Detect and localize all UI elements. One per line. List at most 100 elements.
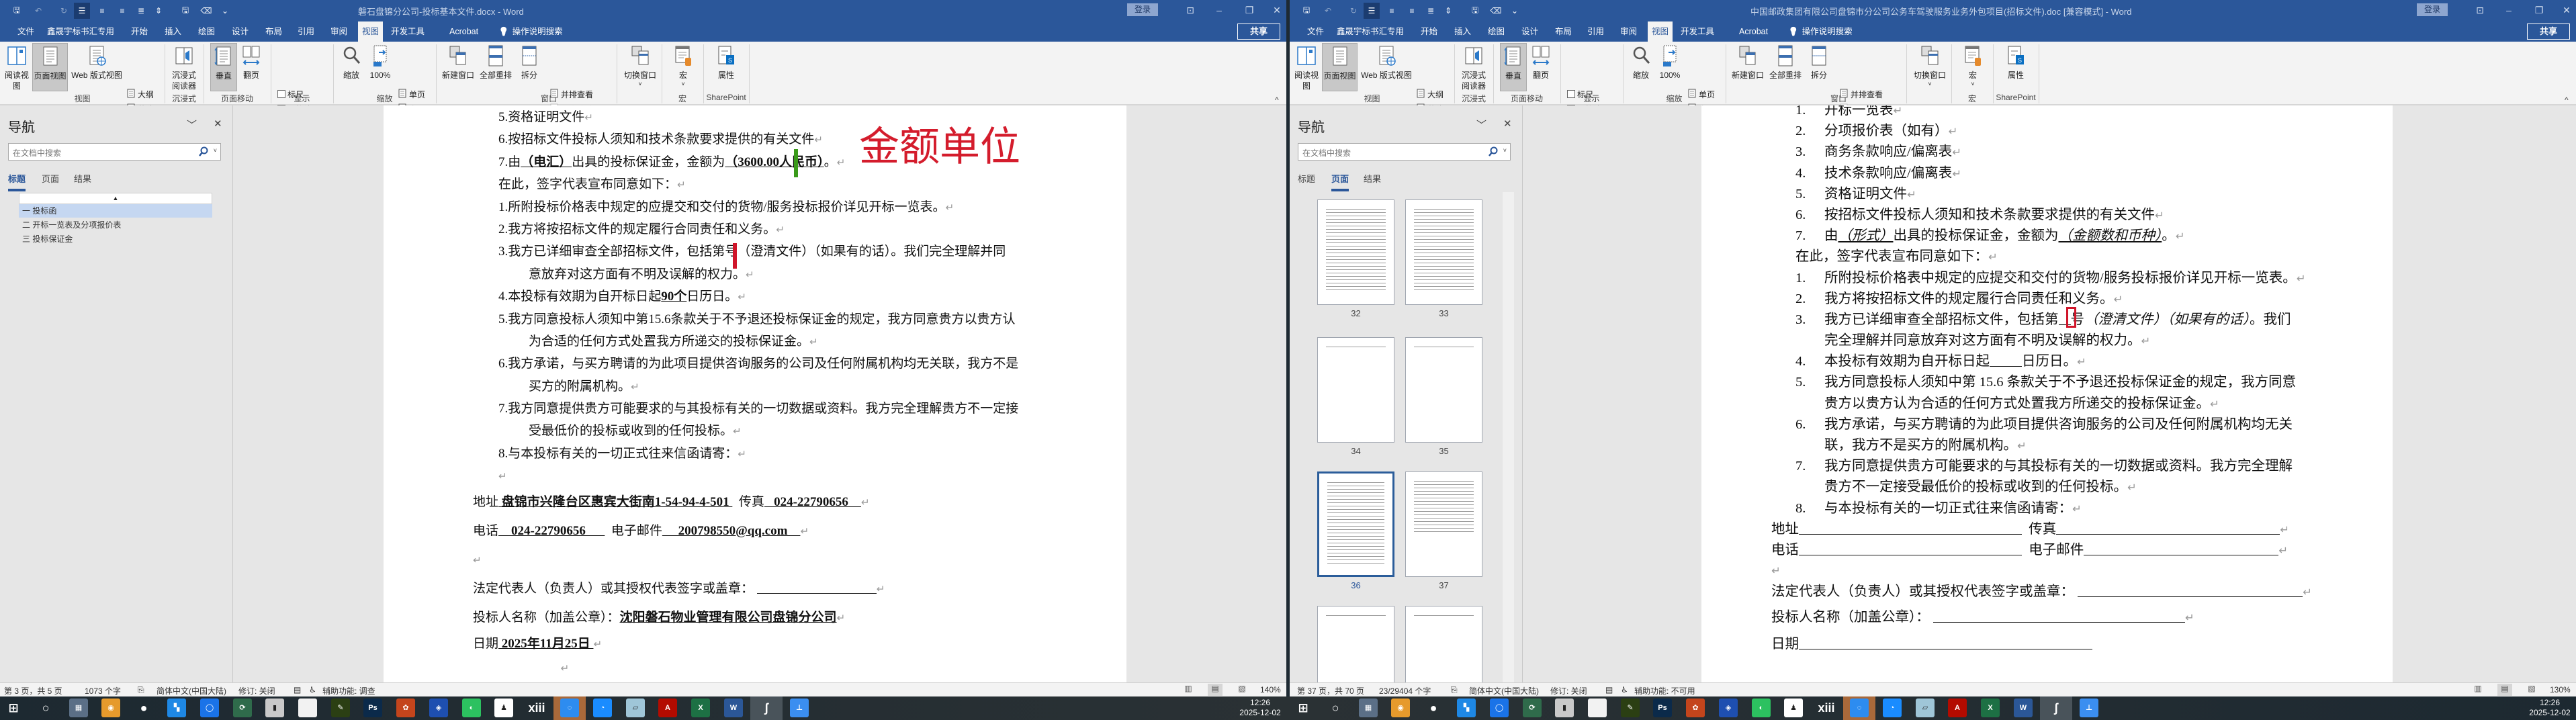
page-thumbnail[interactable] xyxy=(1405,199,1482,305)
clock[interactable]: 12:26 2025-12-02 xyxy=(2523,698,2576,718)
photo-app-icon[interactable]: ◉ xyxy=(1391,699,1410,717)
notebook-app-icon[interactable]: ▱ xyxy=(626,699,645,717)
excel-icon[interactable]: X xyxy=(1981,699,2000,717)
circle-app-icon[interactable]: ◯ xyxy=(1490,699,1509,717)
nav-heading-item[interactable]: 一 投标函 xyxy=(19,204,212,218)
zoom-button[interactable]: 缩放 xyxy=(1629,43,1653,91)
search-document-input[interactable]: 在文档中搜索 ˅ xyxy=(8,143,221,161)
page-view-button[interactable]: 页面视图 xyxy=(1322,43,1358,91)
nav-tab-1[interactable]: 页面 xyxy=(42,172,59,189)
web-view-button[interactable]: Web 版式视图 xyxy=(69,43,124,91)
dots-app-icon[interactable]: ● xyxy=(134,699,153,717)
start-icon[interactable]: ⊞ xyxy=(1294,699,1313,717)
nav-heading-item[interactable]: 二 开标一览表及分项报价表 xyxy=(19,218,212,232)
align-center-icon[interactable]: ≡ xyxy=(94,3,110,19)
outline-button[interactable]: 大纲 xyxy=(126,87,154,101)
close-button[interactable]: ✕ xyxy=(2557,3,2576,17)
status-track[interactable]: 修订: 关闭 xyxy=(1550,685,1587,696)
excel-icon[interactable]: X xyxy=(691,699,710,717)
search-options-chevron-icon[interactable]: ˅ xyxy=(214,147,217,154)
minimize-button[interactable]: – xyxy=(1209,3,1229,17)
switch-windows-button[interactable]: 切换窗口 ˅ xyxy=(1910,43,1949,91)
vertical-button[interactable]: 垂直 xyxy=(210,43,237,91)
page-thumbnail[interactable] xyxy=(1405,471,1482,577)
tab-4[interactable]: 绘图 xyxy=(1484,21,1509,42)
undo-icon[interactable]: ↶ xyxy=(30,3,46,19)
status-accessibility[interactable]: 辅助功能: 不可用 xyxy=(1634,685,1695,696)
acrobat-icon[interactable]: A xyxy=(658,699,677,717)
word-icon[interactable]: W xyxy=(2014,699,2033,717)
green-app-icon[interactable]: ʃ xyxy=(2047,699,2066,717)
proofing-icon[interactable]: ⎘ xyxy=(138,685,144,695)
split-button[interactable]: 拆分 xyxy=(517,43,541,91)
chat-app-icon[interactable]: ◌ xyxy=(1850,699,1869,717)
print-layout-button[interactable]: ▤ xyxy=(1208,684,1223,696)
restore-button[interactable]: ❐ xyxy=(1239,3,1259,17)
eraser-icon[interactable]: ⌫ xyxy=(198,3,214,19)
tell-me-search[interactable]: 💡 操作说明搜索 xyxy=(494,21,567,42)
device-app-icon[interactable]: ▮ xyxy=(1555,699,1574,717)
one-page-button[interactable]: 单页 xyxy=(398,87,425,101)
blue-logo-app-icon[interactable]: ◈ xyxy=(429,699,448,717)
save-as-icon[interactable]: 🖫 xyxy=(177,3,193,19)
wechat-icon[interactable]: ◐ xyxy=(1752,699,1771,717)
close-pane-icon[interactable]: ✕ xyxy=(214,118,222,130)
tab-8[interactable]: 审阅 xyxy=(326,21,351,42)
status-page[interactable]: 第 37 页，共 70 页 xyxy=(1297,685,1364,696)
search-document-input[interactable]: 在文档中搜索 ˅ xyxy=(1298,143,1511,161)
checkbox-box[interactable] xyxy=(1567,90,1575,98)
status-words[interactable]: 23/29404 个字 xyxy=(1379,685,1431,696)
print-layout-button[interactable]: ▤ xyxy=(2497,684,2512,696)
accessibility-icon[interactable]: ♿ xyxy=(309,685,316,694)
read-view-button[interactable]: 阅读视图 xyxy=(1294,43,1319,91)
pen-app-icon[interactable]: ✎ xyxy=(331,699,350,717)
status-language[interactable]: 简体中文(中国大陆) xyxy=(1469,685,1539,696)
redo-icon[interactable]: ↻ xyxy=(56,3,72,19)
arrange-all-button[interactable]: 全部重排 xyxy=(477,43,515,91)
side-to-side-button[interactable]: 翻页 xyxy=(1529,43,1553,91)
tab-3[interactable]: 插入 xyxy=(1450,21,1475,42)
chat-app-icon[interactable]: ◌ xyxy=(560,699,579,717)
nav-tab-2[interactable]: 结果 xyxy=(1364,172,1381,189)
zoom-100-button[interactable]: 100% xyxy=(366,43,394,91)
pane-options-icon[interactable]: ﹀ xyxy=(1476,118,1486,132)
align-right-icon[interactable]: ≡ xyxy=(114,3,130,19)
nav-tab-0[interactable]: 标题 xyxy=(8,172,26,191)
collapse-ribbon-button[interactable]: ^ xyxy=(1275,95,1279,105)
tab-1[interactable]: 鑫晟宇标书汇专用 xyxy=(43,21,118,42)
calculator-icon[interactable]: ▦ xyxy=(69,699,88,717)
switch-windows-button[interactable]: 切换窗口 ˅ xyxy=(621,43,660,91)
cloud-app-icon[interactable]: ◔ xyxy=(1883,699,1902,717)
read-mode-button[interactable]: ▥ xyxy=(2471,684,2485,696)
tab-11[interactable]: Acrobat xyxy=(445,21,482,42)
search-icon[interactable] xyxy=(1489,146,1498,159)
web-view-button[interactable]: Web 版式视图 xyxy=(1359,43,1414,91)
tab-8[interactable]: 审阅 xyxy=(1616,21,1641,42)
side-by-side-button[interactable]: 并排查看 xyxy=(549,87,593,101)
new-window-button[interactable]: 新建窗口 xyxy=(439,43,477,91)
tab-2[interactable]: 开始 xyxy=(127,21,152,42)
align-left-icon[interactable]: ☰ xyxy=(74,3,90,19)
tab-0[interactable]: 文件 xyxy=(13,21,38,42)
search-options-chevron-icon[interactable]: ˅ xyxy=(1503,147,1507,154)
blue-app-icon[interactable]: ▚ xyxy=(1457,699,1476,717)
checkbox-8[interactable]: 标尺 xyxy=(277,87,304,101)
checkbox-box[interactable] xyxy=(277,90,285,98)
word-icon[interactable]: W xyxy=(724,699,743,717)
share-button[interactable]: 共享 xyxy=(1237,24,1280,40)
nav-tab-1[interactable]: 页面 xyxy=(1331,172,1349,191)
page-thumbnail[interactable] xyxy=(1317,337,1394,443)
nav-tab-0[interactable]: 标题 xyxy=(1298,172,1315,189)
redo-icon[interactable]: ↻ xyxy=(1345,3,1362,19)
photo-app-icon[interactable]: ◉ xyxy=(101,699,120,717)
zoom-100-button[interactable]: 100% xyxy=(1656,43,1684,91)
search-icon[interactable] xyxy=(199,146,208,159)
status-accessibility[interactable]: 辅助功能: 调查 xyxy=(322,685,375,696)
macro-record-icon[interactable]: ▤ xyxy=(294,685,301,694)
document-page[interactable]: 5.资格证明文件↵ 6.按招标文件投标人须知和技术条款要求提供的有关文件↵ 7.由（… xyxy=(384,105,1126,682)
macro-record-icon[interactable]: ▤ xyxy=(1605,685,1613,694)
pen-app-icon[interactable]: ✎ xyxy=(1621,699,1640,717)
cloud-app-icon[interactable]: ◔ xyxy=(593,699,612,717)
photoshop-icon[interactable]: Ps xyxy=(363,699,382,717)
calculator-icon[interactable]: ▦ xyxy=(1359,699,1378,717)
